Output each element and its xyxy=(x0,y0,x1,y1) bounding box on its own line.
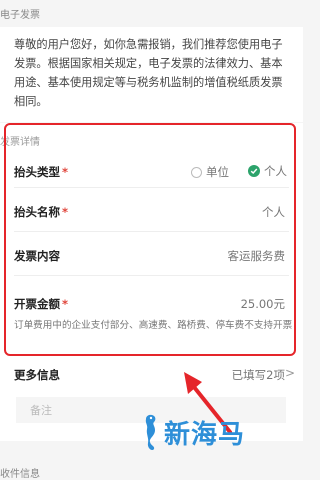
more-info-row[interactable]: 更多信息 已填写2项 > xyxy=(0,359,303,391)
radio-personal[interactable]: 个人 xyxy=(248,163,287,179)
amount-row: 开票金额 * 25.00元 xyxy=(14,276,289,316)
watermark-text: 新海马 xyxy=(164,419,246,450)
radio-checked-icon xyxy=(248,165,260,177)
invoice-details-card: 发票详情 抬头类型 * 单位 个人 抬头名称 * 个人 发票内容 客运服务费 开票金… xyxy=(0,123,303,359)
amount-value: 25.00元 xyxy=(240,297,285,311)
seahorse-logo-icon xyxy=(145,414,156,451)
chevron-right-icon: > xyxy=(284,366,295,380)
radio-unchecked-icon xyxy=(191,166,202,178)
section-title-e-invoice: 电子发票 xyxy=(0,10,40,21)
invoice-details-title: 发票详情 xyxy=(0,137,40,148)
content-value: 客运服务费 xyxy=(227,249,286,263)
header-type-label: 抬头类型 * xyxy=(14,165,69,179)
amount-note: 订单费用中的企业支付部分、高速费、路桥费、停车费不支持开票 xyxy=(14,320,293,331)
content-label: 发票内容 xyxy=(14,249,60,263)
required-mark: * xyxy=(62,205,69,219)
header-name-label: 抬头名称 * xyxy=(14,205,69,219)
header-type-row: 抬头类型 * 单位 个人 xyxy=(14,151,289,188)
notice-text: 尊敬的用户您好，如你急需报销，我们推荐您使用电子发票。根据国家相关规定，电子发票… xyxy=(0,27,303,122)
header-name-value: 个人 xyxy=(262,205,285,219)
content-row: 发票内容 客运服务费 xyxy=(14,232,289,276)
header-name-row[interactable]: 抬头名称 * 个人 xyxy=(14,188,289,232)
more-info-label: 更多信息 xyxy=(14,368,60,382)
watermark: 新海马 xyxy=(140,412,245,452)
amount-label: 开票金额 * xyxy=(14,297,69,311)
required-mark: * xyxy=(62,165,69,179)
required-mark: * xyxy=(62,297,69,311)
radio-company[interactable]: 单位 xyxy=(191,164,229,180)
section-title-receiver: 收件信息 xyxy=(0,469,40,480)
